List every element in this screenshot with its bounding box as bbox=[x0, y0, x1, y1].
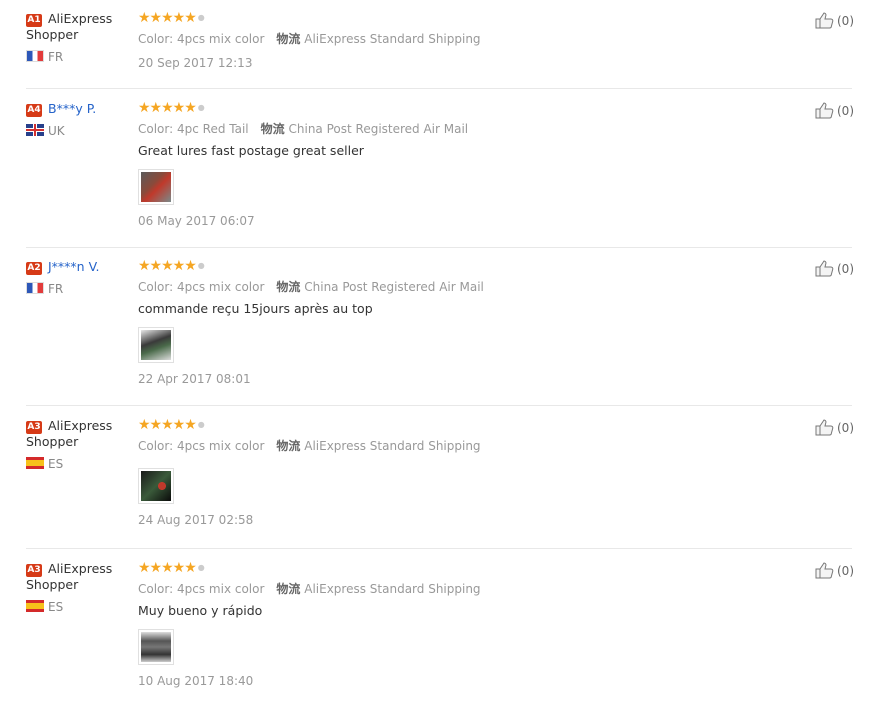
shipping-value: AliExpress Standard Shipping bbox=[304, 582, 481, 596]
order-info: Color: 4pc Red Tail 物流 China Post Registe… bbox=[138, 121, 738, 137]
buyer-level-badge: A3 bbox=[26, 564, 42, 577]
shipping-value: AliExpress Standard Shipping bbox=[304, 439, 481, 453]
helpful-count: (0) bbox=[837, 262, 854, 276]
thumbs-up-icon bbox=[815, 562, 834, 579]
buyer-level-badge: A3 bbox=[26, 421, 42, 434]
color-label: Color: bbox=[138, 122, 174, 136]
star-rating: ★★★★★ ● bbox=[138, 560, 205, 576]
helpful-count: (0) bbox=[837, 14, 854, 28]
color-label: Color: bbox=[138, 280, 174, 294]
star-rating: ★★★★★ ● bbox=[138, 258, 205, 274]
color-value: 4pcs mix color bbox=[177, 280, 265, 294]
country-code: FR bbox=[48, 50, 64, 64]
reviewer-country: FR bbox=[26, 50, 130, 64]
helpful-button[interactable]: (0) bbox=[815, 418, 854, 436]
divider bbox=[26, 247, 852, 248]
reviewer-country: ES bbox=[26, 600, 130, 614]
review-date: 24 Aug 2017 02:58 bbox=[138, 513, 254, 527]
country-code: UK bbox=[48, 124, 65, 138]
star-rating: ★★★★★ ● bbox=[138, 100, 205, 116]
france-flag-icon bbox=[26, 282, 44, 294]
buyer-level-badge: A4 bbox=[26, 104, 42, 117]
reviewer-name[interactable]: J****n V. bbox=[48, 259, 100, 274]
thumbs-up-icon bbox=[815, 12, 834, 29]
divider bbox=[26, 548, 852, 549]
country-code: ES bbox=[48, 457, 64, 471]
reviewer-info: A2 J****n V. FR bbox=[26, 259, 130, 296]
order-info: Color: 4pcs mix color 物流 AliExpress Stand… bbox=[138, 438, 738, 454]
thumbs-up-icon bbox=[815, 419, 834, 436]
review-date: 22 Apr 2017 08:01 bbox=[138, 372, 251, 386]
review-date: 06 May 2017 06:07 bbox=[138, 214, 255, 228]
shipping-label: 物流 bbox=[276, 582, 301, 596]
review-text: Muy bueno y rápido bbox=[138, 603, 263, 618]
review-photo[interactable] bbox=[138, 169, 174, 205]
thumbs-up-icon bbox=[815, 102, 834, 119]
country-code: FR bbox=[48, 282, 64, 296]
reviewer-country: UK bbox=[26, 124, 130, 138]
star-rating: ★★★★★ ● bbox=[138, 417, 205, 433]
reviewer-name[interactable]: B***y P. bbox=[48, 101, 96, 116]
reviewer-info: A4 B***y P. UK bbox=[26, 101, 130, 138]
divider bbox=[26, 405, 852, 406]
star-rating: ★★★★★ ● bbox=[138, 10, 205, 26]
spain-flag-icon bbox=[26, 600, 44, 612]
reviewer-info: A3 AliExpress Shopper ES bbox=[26, 561, 130, 614]
shipping-label: 物流 bbox=[276, 280, 301, 294]
thumbs-up-icon bbox=[815, 260, 834, 277]
color-value: 4pc Red Tail bbox=[177, 122, 249, 136]
review-photo[interactable] bbox=[138, 327, 174, 363]
review-photo[interactable] bbox=[138, 468, 174, 504]
shipping-label: 物流 bbox=[260, 122, 285, 136]
reviewer-info: A3 AliExpress Shopper ES bbox=[26, 418, 130, 471]
color-label: Color: bbox=[138, 439, 174, 453]
divider bbox=[26, 88, 852, 89]
color-value: 4pcs mix color bbox=[177, 582, 265, 596]
review-text: Great lures fast postage great seller bbox=[138, 143, 364, 158]
order-info: Color: 4pcs mix color 物流 AliExpress Stand… bbox=[138, 31, 738, 47]
reviewer-info: A1 AliExpress Shopper FR bbox=[26, 11, 130, 64]
shipping-value: China Post Registered Air Mail bbox=[304, 280, 484, 294]
buyer-level-badge: A1 bbox=[26, 14, 42, 27]
shipping-label: 物流 bbox=[276, 439, 301, 453]
helpful-button[interactable]: (0) bbox=[815, 11, 854, 29]
helpful-count: (0) bbox=[837, 421, 854, 435]
shipping-value: China Post Registered Air Mail bbox=[288, 122, 469, 136]
review-text: commande reçu 15jours après au top bbox=[138, 301, 373, 316]
helpful-button[interactable]: (0) bbox=[815, 561, 854, 579]
country-code: ES bbox=[48, 600, 64, 614]
france-flag-icon bbox=[26, 50, 44, 62]
shipping-label: 物流 bbox=[276, 32, 301, 46]
helpful-button[interactable]: (0) bbox=[815, 101, 854, 119]
color-label: Color: bbox=[138, 582, 174, 596]
reviewer-country: ES bbox=[26, 457, 130, 471]
review-photo[interactable] bbox=[138, 629, 174, 665]
reviewer-country: FR bbox=[26, 282, 130, 296]
spain-flag-icon bbox=[26, 457, 44, 469]
helpful-count: (0) bbox=[837, 564, 854, 578]
color-value: 4pcs mix color bbox=[177, 439, 265, 453]
order-info: Color: 4pcs mix color 物流 AliExpress Stand… bbox=[138, 581, 738, 597]
color-value: 4pcs mix color bbox=[177, 32, 265, 46]
order-info: Color: 4pcs mix color 物流 China Post Regis… bbox=[138, 279, 738, 295]
uk-flag-icon bbox=[26, 124, 44, 136]
color-label: Color: bbox=[138, 32, 174, 46]
helpful-count: (0) bbox=[837, 104, 854, 118]
review-date: 10 Aug 2017 18:40 bbox=[138, 674, 254, 688]
helpful-button[interactable]: (0) bbox=[815, 259, 854, 277]
buyer-level-badge: A2 bbox=[26, 262, 42, 275]
shipping-value: AliExpress Standard Shipping bbox=[304, 32, 481, 46]
review-date: 20 Sep 2017 12:13 bbox=[138, 56, 253, 70]
